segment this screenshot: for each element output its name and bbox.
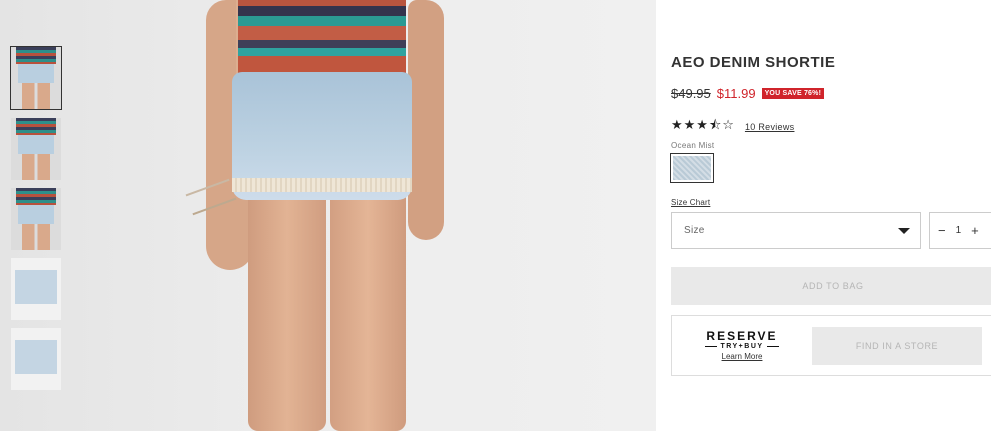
find-in-store-button[interactable]: FIND IN A STORE [812,327,982,365]
qty-decrement-button[interactable]: − [938,223,946,238]
size-select-label: Size [684,225,705,236]
reviews-link[interactable]: 10 Reviews [745,122,795,132]
quantity-stepper: − 1 + [929,212,991,249]
thumbnail-flat-back[interactable] [11,328,61,390]
thumbnail-flat-front[interactable] [11,258,61,320]
star-rating-icon: ★★★⯪☆ [671,118,735,133]
learn-more-link[interactable]: Learn More [694,352,790,361]
price-row: $49.95 $11.99 YOU SAVE 76%! [671,86,825,101]
product-image-pane [0,0,656,431]
size-select[interactable]: Size [671,212,921,249]
chevron-down-icon [898,227,910,234]
reserve-try-buy-box: RESERVE TRY+BUY Learn More FIND IN A STO… [671,315,991,376]
reserve-logo: RESERVE TRY+BUY Learn More [694,329,790,361]
qty-increment-button[interactable]: + [971,223,979,238]
thumbnail-side[interactable] [11,118,61,180]
product-title: AEO DENIM SHORTIE [671,54,836,71]
add-to-bag-button[interactable]: ADD TO BAG [671,267,991,305]
product-page: AEO DENIM SHORTIE $49.95 $11.99 YOU SAVE… [0,0,991,431]
rating-row: ★★★⯪☆ 10 Reviews [671,116,794,138]
product-info-panel: AEO DENIM SHORTIE $49.95 $11.99 YOU SAVE… [670,0,991,431]
thumbnail-back[interactable] [11,188,61,250]
size-chart-link[interactable]: Size Chart [671,198,710,207]
sale-price: $11.99 [716,86,756,101]
reserve-logo-word: RESERVE [706,329,778,343]
main-product-image [185,0,456,431]
color-swatch-ocean-mist[interactable] [670,153,714,183]
savings-badge: YOU SAVE 76%! [761,88,825,99]
model-striped-top [238,0,406,80]
qty-value[interactable]: 1 [956,225,962,236]
thumbnail-list [10,46,63,398]
original-price: $49.95 [671,86,711,101]
try-buy-text: TRY+BUY [720,343,764,350]
color-name: Ocean Mist [671,141,715,150]
try-buy-subtitle: TRY+BUY [694,343,790,350]
shorts-frayed-hem [232,178,412,192]
model-leg-left [248,190,326,431]
model-arm-right [408,0,444,240]
thumbnail-front[interactable] [10,46,62,110]
model-leg-right [330,190,406,431]
